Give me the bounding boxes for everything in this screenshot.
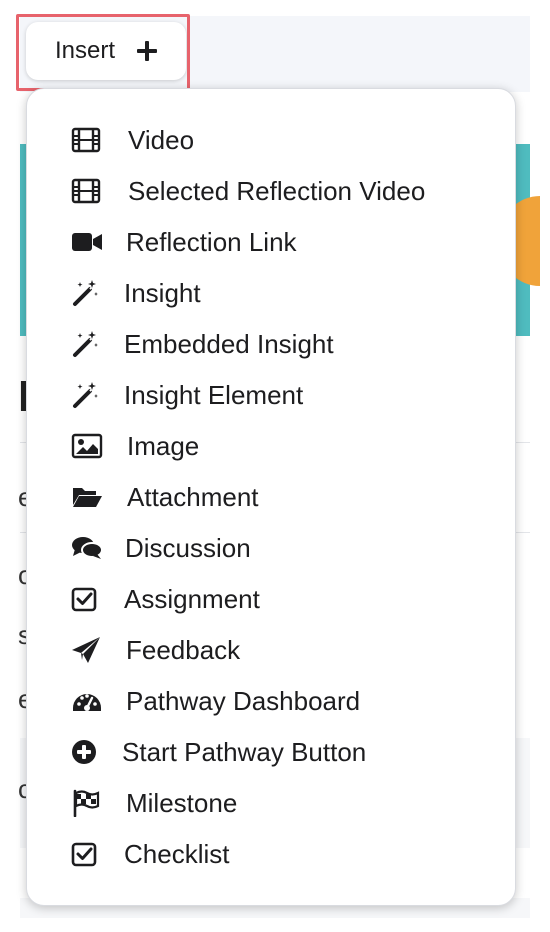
check-square-icon	[71, 839, 111, 869]
menu-item-label: Checklist	[124, 838, 230, 869]
menu-item-feedback[interactable]: Feedback	[27, 625, 515, 675]
menu-item-label: Assignment	[124, 583, 260, 614]
insert-button-label: Insert	[54, 37, 116, 64]
menu-item-image[interactable]: Image	[27, 421, 515, 471]
magic-wand-icon	[71, 380, 111, 410]
menu-item-discussion[interactable]: Discussion	[27, 523, 515, 573]
menu-item-milestone[interactable]: Milestone	[27, 778, 515, 828]
menu-item-reflection-link[interactable]: Reflection Link	[27, 217, 515, 267]
paper-plane-icon	[71, 635, 111, 665]
comments-icon	[71, 533, 111, 563]
insert-dropdown-menu: Video Selected Reflection Video Reflecti…	[26, 88, 516, 906]
film-icon	[71, 176, 111, 206]
menu-item-video[interactable]: Video	[27, 115, 515, 165]
film-icon	[71, 125, 111, 155]
image-icon	[71, 431, 111, 461]
flag-checkered-icon	[71, 788, 111, 818]
menu-item-start-pathway-button[interactable]: Start Pathway Button	[27, 727, 515, 777]
menu-item-label: Attachment	[127, 481, 259, 512]
menu-item-label: Embedded Insight	[124, 328, 334, 359]
menu-item-selected-reflection-video[interactable]: Selected Reflection Video	[27, 166, 515, 216]
menu-item-label: Reflection Link	[126, 226, 297, 257]
dashboard-icon	[71, 686, 111, 716]
menu-item-label: Video	[128, 124, 195, 155]
menu-item-insight-element[interactable]: Insight Element	[27, 370, 515, 420]
folder-open-icon	[71, 482, 111, 512]
insert-button[interactable]: Insert	[26, 22, 186, 80]
magic-wand-icon	[71, 329, 111, 359]
menu-item-label: Insight	[124, 277, 201, 308]
menu-item-label: Feedback	[126, 634, 241, 665]
menu-item-label: Pathway Dashboard	[126, 685, 361, 716]
menu-item-embedded-insight[interactable]: Embedded Insight	[27, 319, 515, 369]
menu-item-label: Discussion	[125, 532, 251, 563]
menu-item-label: Selected Reflection Video	[128, 175, 426, 206]
menu-item-label: Milestone	[126, 787, 238, 818]
plus-icon	[137, 41, 158, 61]
menu-item-label: Image	[127, 430, 200, 461]
menu-item-pathway-dashboard[interactable]: Pathway Dashboard	[27, 676, 515, 726]
menu-item-assignment[interactable]: Assignment	[27, 574, 515, 624]
menu-item-insight[interactable]: Insight	[27, 268, 515, 318]
menu-item-checklist[interactable]: Checklist	[27, 829, 515, 879]
menu-item-attachment[interactable]: Attachment	[27, 472, 515, 522]
menu-item-label: Start Pathway Button	[122, 736, 367, 767]
menu-item-label: Insight Element	[124, 379, 304, 410]
check-square-icon	[71, 584, 111, 614]
plus-circle-icon	[71, 737, 111, 767]
magic-wand-icon	[71, 278, 111, 308]
video-camera-icon	[71, 227, 111, 257]
